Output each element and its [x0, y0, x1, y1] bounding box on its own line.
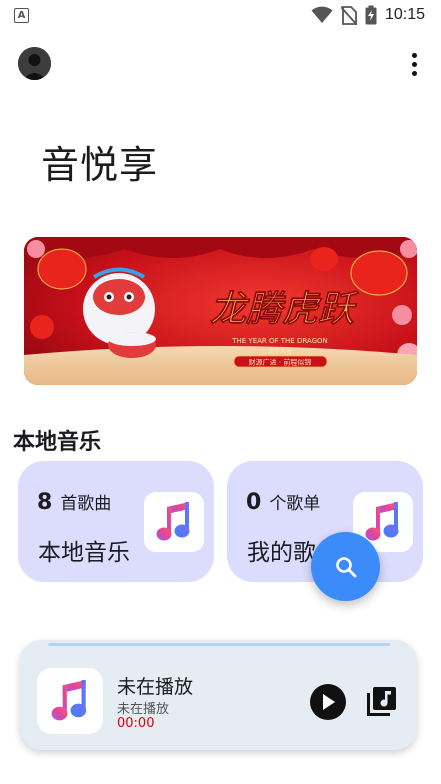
track-title: 未在播放	[117, 676, 194, 698]
playlist-count: 0 个歌单	[246, 489, 320, 515]
song-count-number: 8	[37, 490, 53, 515]
album-art	[37, 668, 103, 734]
section-title-local-music: 本地音乐	[13, 430, 102, 455]
local-music-card[interactable]: 8 首歌曲 本地音乐	[18, 461, 214, 582]
song-count: 8 首歌曲	[37, 489, 111, 515]
promo-banner[interactable]: 龙腾虎跃 THE YEAR OF THE DRAGON 龙年大吉 财源广进 · …	[24, 237, 417, 385]
banner-headline: 龙腾虎跃	[210, 288, 359, 330]
music-note-icon	[144, 492, 204, 552]
playback-progress[interactable]	[48, 643, 390, 646]
search-fab[interactable]	[311, 532, 380, 601]
banner-caption: THE YEAR OF THE DRAGON	[231, 337, 328, 345]
playlist-count-number: 0	[246, 490, 262, 515]
avatar[interactable]	[18, 47, 51, 80]
track-artist: 未在播放	[117, 702, 170, 717]
page-title: 音悦享	[41, 143, 159, 187]
notification-a-icon: A	[14, 7, 29, 23]
track-time: 00:00	[117, 716, 155, 731]
mini-player[interactable]: 未在播放 未在播放 00:00	[20, 640, 417, 750]
battery-charging-icon	[365, 5, 377, 25]
search-icon	[335, 556, 356, 577]
banner-image: 龙腾虎跃 THE YEAR OF THE DRAGON 龙年大吉 财源广进 · …	[24, 237, 417, 385]
status-bar: A 10:15	[0, 0, 441, 30]
banner-footer: 财源广进 · 前程似锦	[249, 358, 312, 367]
banner-sub-caption: 龙年大吉	[268, 347, 292, 355]
music-note-icon	[51, 680, 87, 721]
no-sim-icon	[340, 5, 357, 25]
card-name-local-music: 本地音乐	[38, 540, 130, 566]
queue-music-icon	[367, 687, 396, 716]
status-time: 10:15	[384, 6, 425, 23]
play-button[interactable]	[310, 684, 346, 720]
queue-button[interactable]	[363, 684, 399, 720]
play-icon	[323, 694, 335, 710]
playlist-count-unit: 个歌单	[269, 494, 321, 514]
more-vert-icon[interactable]	[402, 50, 426, 78]
song-count-unit: 首歌曲	[60, 494, 112, 514]
avatar-icon	[18, 47, 51, 80]
wifi-icon	[311, 6, 333, 23]
